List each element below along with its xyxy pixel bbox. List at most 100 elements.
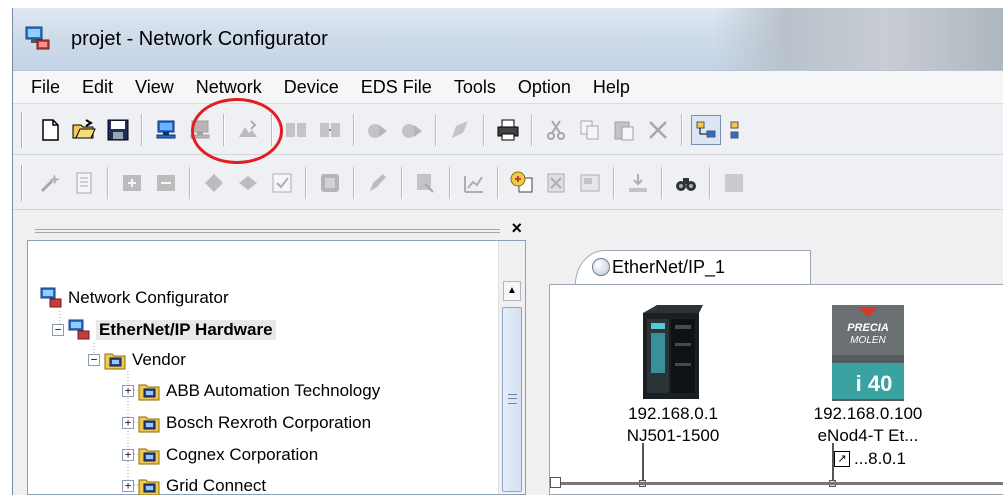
toolbar-separator	[189, 166, 191, 199]
collapse-icon[interactable]: −	[52, 324, 64, 336]
panel-header: ×	[27, 218, 526, 240]
app-icon	[25, 26, 50, 50]
eds-property-icon[interactable]	[575, 168, 605, 198]
expand-icon[interactable]: +	[122, 480, 134, 492]
cut-icon[interactable]	[541, 115, 571, 145]
link-shortcut-icon: ↗	[834, 451, 850, 467]
network-canvas[interactable]: 192.168.0.1 NJ501-1500 PRECIA MOLEN i 40…	[549, 284, 1003, 495]
svg-text:PRECIA: PRECIA	[847, 322, 889, 334]
menu-view[interactable]: View	[135, 77, 174, 98]
network-computer-icon	[40, 287, 62, 308]
register-icon[interactable]	[411, 168, 441, 198]
omron-plc-icon	[643, 305, 703, 399]
network-verify-icon[interactable]	[315, 115, 345, 145]
toolbar-separator	[661, 166, 663, 199]
load-config-icon[interactable]	[151, 168, 181, 198]
tree-item-cognex[interactable]: + Cognex Corporation	[122, 440, 318, 470]
menu-device[interactable]: Device	[284, 77, 339, 98]
paste-icon[interactable]	[609, 115, 639, 145]
checkbox-icon[interactable]	[267, 168, 297, 198]
toolbar-separator	[483, 113, 485, 146]
tree-item-vendor[interactable]: − Vendor	[88, 345, 186, 375]
copy-icon[interactable]	[575, 115, 605, 145]
device-enod4[interactable]: PRECIA MOLEN i 40 192.168.0.100 eNod4-T …	[778, 303, 958, 447]
diamond-icon[interactable]	[233, 168, 263, 198]
tree-item-abb[interactable]: + ABB Automation Technology	[122, 376, 380, 406]
app-window: projet - Network Configurator File Edit …	[12, 8, 1003, 495]
close-icon[interactable]: ×	[511, 218, 522, 239]
toolbar-separator	[497, 166, 499, 199]
window-title: projet - Network Configurator	[71, 28, 328, 50]
main-toolbar	[13, 105, 1003, 155]
folder-device-icon	[138, 479, 160, 495]
collapse-icon[interactable]: −	[88, 354, 100, 366]
toolbar-separator	[531, 113, 533, 146]
menu-network[interactable]: Network	[196, 77, 262, 98]
device-monitor-icon[interactable]	[445, 115, 475, 145]
toolbar-separator	[353, 113, 355, 146]
document-icon[interactable]	[69, 168, 99, 198]
menu-help[interactable]: Help	[593, 77, 630, 98]
view-list-icon[interactable]	[725, 115, 755, 145]
install-eds-icon[interactable]	[507, 168, 537, 198]
expand-icon[interactable]: +	[122, 449, 134, 461]
toolbar-separator	[681, 113, 683, 146]
save-icon[interactable]	[103, 115, 133, 145]
folder-device-icon	[138, 448, 160, 465]
menu-tools[interactable]: Tools	[454, 77, 496, 98]
scroll-thumb[interactable]	[502, 307, 522, 492]
tree-item-label: Cognex Corporation	[166, 445, 319, 464]
wizard-icon[interactable]	[35, 168, 65, 198]
folder-device-icon	[138, 416, 160, 433]
print-icon[interactable]	[493, 115, 523, 145]
title-bar-background	[713, 8, 1003, 70]
device-model: eNod4-T Et...	[817, 426, 919, 445]
expand-icon[interactable]: +	[122, 417, 134, 429]
network-globe-icon	[592, 258, 610, 276]
toolbar-separator	[107, 166, 109, 199]
more-icon[interactable]	[719, 168, 749, 198]
eds-export-icon[interactable]	[623, 168, 653, 198]
pen-icon[interactable]	[363, 168, 393, 198]
delete-eds-icon[interactable]	[541, 168, 571, 198]
save-config-icon[interactable]	[117, 168, 147, 198]
book-icon[interactable]	[315, 168, 345, 198]
toolbar-separator	[435, 113, 437, 146]
scroll-up-arrow-icon[interactable]: ▲	[503, 281, 521, 301]
device-parameters-icon[interactable]	[397, 115, 427, 145]
panel-grip[interactable]	[35, 229, 500, 233]
tree-item-bosch-rexroth[interactable]: + Bosch Rexroth Corporation	[122, 408, 371, 438]
download-icon[interactable]	[281, 115, 311, 145]
folder-device-icon	[104, 353, 126, 370]
view-toggle-icon[interactable]	[691, 114, 721, 145]
vertical-scrollbar[interactable]: ▲	[498, 241, 525, 494]
chart-icon[interactable]	[459, 168, 489, 198]
bus-terminator[interactable]	[550, 477, 561, 488]
find-icon[interactable]	[671, 168, 701, 198]
diamond-up-icon[interactable]	[199, 168, 229, 198]
new-file-icon[interactable]	[35, 115, 65, 145]
menu-edit[interactable]: Edit	[82, 77, 113, 98]
connect-online-icon[interactable]	[151, 115, 181, 145]
tree-item-label: EtherNet/IP Hardware	[96, 320, 276, 340]
delete-icon[interactable]	[643, 115, 673, 145]
menu-option[interactable]: Option	[518, 77, 571, 98]
menu-file[interactable]: File	[31, 77, 60, 98]
drop-line	[642, 443, 644, 483]
device-nj501[interactable]: 192.168.0.1 NJ501-1500	[608, 303, 738, 447]
network-view-panel: EtherNet/IP_1 192.168.0.1 NJ501-1500 PRE…	[535, 220, 1003, 495]
tab-ethernet-ip-1[interactable]: EtherNet/IP_1	[575, 250, 811, 284]
tree-item-network-configurator[interactable]: Network Configurator	[40, 283, 229, 313]
menu-eds-file[interactable]: EDS File	[361, 77, 432, 98]
tree-item-grid-connect[interactable]: + Grid Connect	[122, 471, 266, 495]
toolbar-separator	[709, 166, 711, 199]
network-compare-icon[interactable]	[363, 115, 393, 145]
tree-item-ethernet-ip-hardware[interactable]: − EtherNet/IP Hardware	[52, 315, 276, 345]
expand-icon[interactable]: +	[122, 385, 134, 397]
open-folder-icon[interactable]	[69, 115, 99, 145]
toolbar-separator	[305, 166, 307, 199]
hardware-panel: Network Configurator − EtherNet/IP Hardw…	[27, 240, 526, 495]
toolbar-grip[interactable]	[21, 111, 23, 148]
toolbar-grip[interactable]	[21, 164, 23, 201]
device-ip: 192.168.0.1	[628, 404, 718, 423]
